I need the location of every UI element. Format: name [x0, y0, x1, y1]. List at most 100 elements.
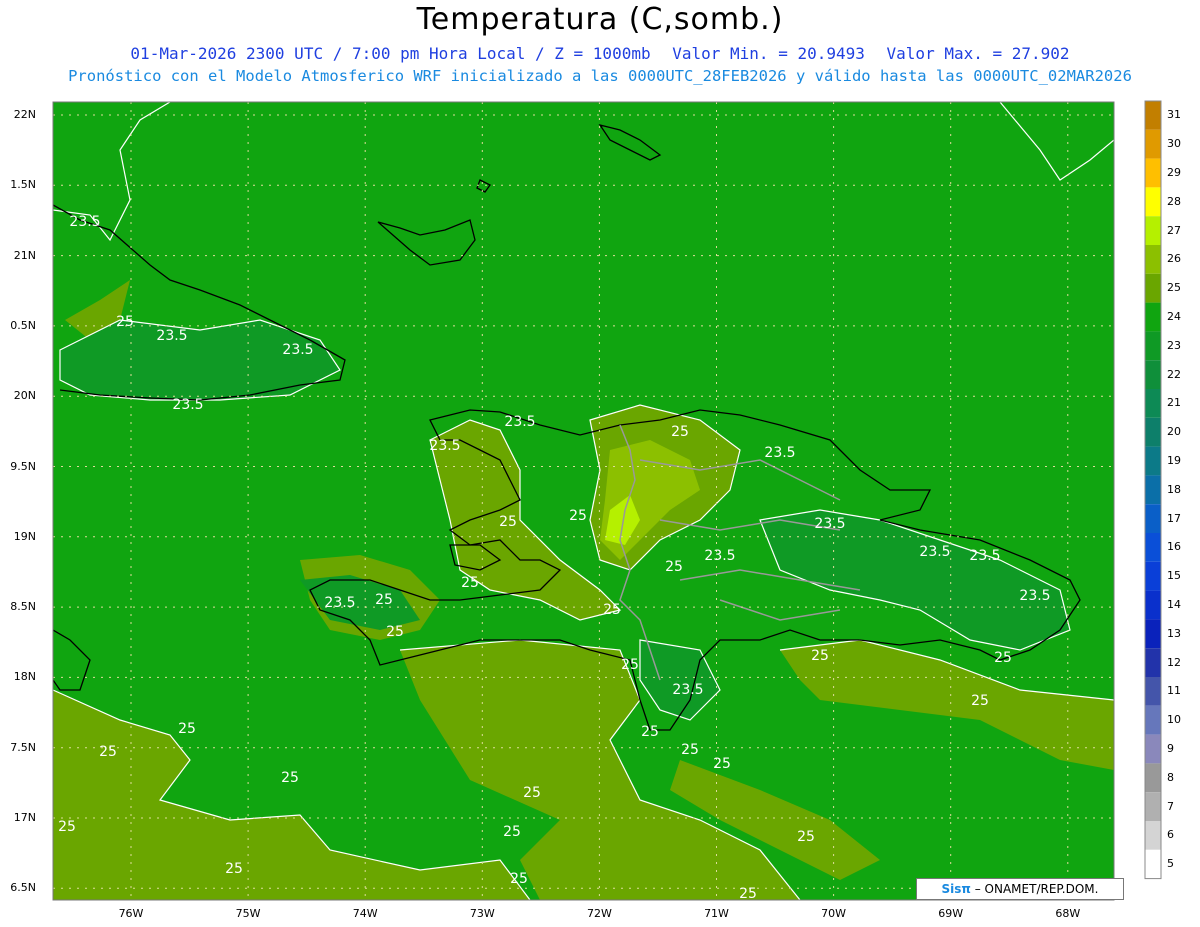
- contour-label: 25: [681, 742, 699, 758]
- longitude-tick-label: 72W: [586, 907, 612, 920]
- contour-label: 25: [739, 886, 757, 902]
- contour-label: 23.5: [156, 328, 187, 344]
- contour-label: 25: [499, 514, 517, 530]
- contour-label: 25: [386, 624, 404, 640]
- colorbar-label: 13: [1167, 626, 1181, 640]
- colorbar-swatch: [1145, 331, 1161, 361]
- contour-label: 23.5: [672, 682, 703, 698]
- colorbar-label: 11: [1167, 684, 1181, 698]
- colorbar-swatch: [1145, 446, 1161, 476]
- contour-label: 23.5: [429, 438, 460, 454]
- contour-label: 25: [665, 559, 683, 575]
- contour-label: 25: [621, 657, 639, 673]
- colorbar-swatch: [1145, 101, 1161, 130]
- longitude-tick-label: 71W: [704, 907, 729, 920]
- colorbar-label: 5: [1167, 857, 1174, 871]
- contour-label: 25: [99, 744, 117, 760]
- credit-box: Sisπ – ONAMET/REP.DOM.: [916, 878, 1124, 900]
- colorbar-label: 25: [1167, 281, 1181, 295]
- contour-label: 25: [503, 824, 521, 840]
- colorbar-swatch: [1145, 590, 1161, 620]
- colorbar-label: 21: [1167, 396, 1181, 410]
- colorbar-swatch: [1145, 533, 1161, 562]
- contour-label: 25: [713, 756, 731, 772]
- contour-label: 25: [797, 829, 815, 845]
- longitude-tick-label: 68W: [1055, 907, 1081, 920]
- colorbar-swatch: [1145, 648, 1161, 677]
- colorbar-label: 29: [1167, 166, 1181, 179]
- latitude-tick-label: 0.5N: [10, 318, 36, 332]
- colorbar-swatch: [1145, 389, 1161, 418]
- colorbar-swatch: [1145, 792, 1161, 821]
- colorbar-label: 27: [1167, 223, 1181, 237]
- colorbar-label: 19: [1167, 454, 1181, 467]
- colorbar-label: 7: [1167, 799, 1174, 813]
- contour-label: 23.5: [704, 548, 735, 564]
- latitude-tick-label: 17N: [13, 811, 36, 824]
- colorbar-swatch: [1145, 849, 1161, 879]
- longitude-tick-label: 75W: [235, 907, 261, 920]
- contour-label: 23.5: [969, 548, 1000, 564]
- contour-label: 25: [994, 650, 1012, 666]
- contour-label: 25: [971, 693, 989, 709]
- contour-label: 23.5: [172, 397, 203, 413]
- contour-label: 25: [569, 508, 587, 524]
- contour-label: 25: [603, 602, 621, 618]
- colorbar-swatch: [1145, 187, 1161, 217]
- colorbar-swatch: [1145, 677, 1161, 706]
- contour-label: 25: [641, 724, 659, 740]
- latitude-tick-label: 21N: [13, 248, 36, 262]
- colorbar-swatch: [1145, 821, 1161, 850]
- latitude-tick-label: 8.5N: [10, 600, 36, 614]
- longitude-tick-label: 74W: [352, 907, 378, 920]
- colorbar-label: 18: [1167, 482, 1181, 496]
- contour-label: 23.5: [1019, 588, 1050, 604]
- contour-label: 23.5: [504, 414, 535, 430]
- colorbar-swatch: [1145, 360, 1161, 389]
- contour-label: 23.5: [282, 342, 313, 358]
- longitude-tick-label: 70W: [821, 907, 847, 920]
- colorbar-label: 22: [1167, 367, 1181, 381]
- colorbar-swatch: [1145, 504, 1161, 533]
- colorbar-swatch: [1145, 273, 1161, 303]
- contour-label: 25: [58, 819, 76, 835]
- colorbar-swatch: [1145, 216, 1161, 245]
- colorbar-label: 31: [1167, 108, 1181, 122]
- temperature-map: 23.5 23.5 23.5 23.5 23.5 23.5 23.5 23.5 23.5 23.5…: [52, 100, 1162, 902]
- colorbar-swatch: [1145, 245, 1161, 274]
- latitude-tick-label: 7.5N: [10, 740, 36, 754]
- contour-label: 25: [375, 592, 393, 608]
- latitude-tick-label: 20N: [13, 389, 36, 403]
- contour-label: 25: [178, 721, 196, 737]
- colorbar-label: 20: [1167, 425, 1181, 439]
- contour-label: 25: [811, 648, 829, 664]
- contour-label: 23.5: [919, 544, 950, 560]
- colorbar-swatch: [1145, 129, 1161, 159]
- contour-label: 23.5: [69, 214, 100, 230]
- latitude-tick-label: 19N: [13, 529, 36, 543]
- colorbar-swatch: [1145, 763, 1161, 793]
- colorbar-label: 28: [1167, 194, 1181, 208]
- contour-label: 25: [671, 424, 689, 440]
- latitude-tick-label: 6.5N: [10, 881, 36, 895]
- longitude-tick-label: 69W: [938, 907, 964, 920]
- colorbar-label: 8: [1167, 770, 1174, 784]
- colorbar-label: 10: [1167, 713, 1181, 727]
- colorbar-label: 9: [1167, 742, 1174, 755]
- colorbar-swatch: [1145, 417, 1161, 447]
- colorbar-label: 30: [1167, 137, 1181, 151]
- colorbar-label: 26: [1167, 252, 1181, 266]
- contour-label: 23.5: [814, 516, 845, 532]
- colorbar-swatch: [1145, 302, 1161, 332]
- contour-label: 25: [510, 871, 528, 887]
- colorbar-swatch: [1145, 619, 1161, 649]
- latitude-tick-label: 18N: [13, 670, 36, 684]
- contour-label: 25: [523, 785, 541, 801]
- colorbar-swatch: [1145, 561, 1161, 591]
- latitude-tick-label: 22N: [13, 108, 36, 121]
- colorbar-label: 14: [1167, 598, 1181, 611]
- colorbar-swatch: [1145, 734, 1161, 764]
- colorbar-label: 12: [1167, 655, 1181, 669]
- latitude-tick-label: 9.5N: [10, 459, 36, 473]
- colorbar-label: 15: [1167, 569, 1181, 583]
